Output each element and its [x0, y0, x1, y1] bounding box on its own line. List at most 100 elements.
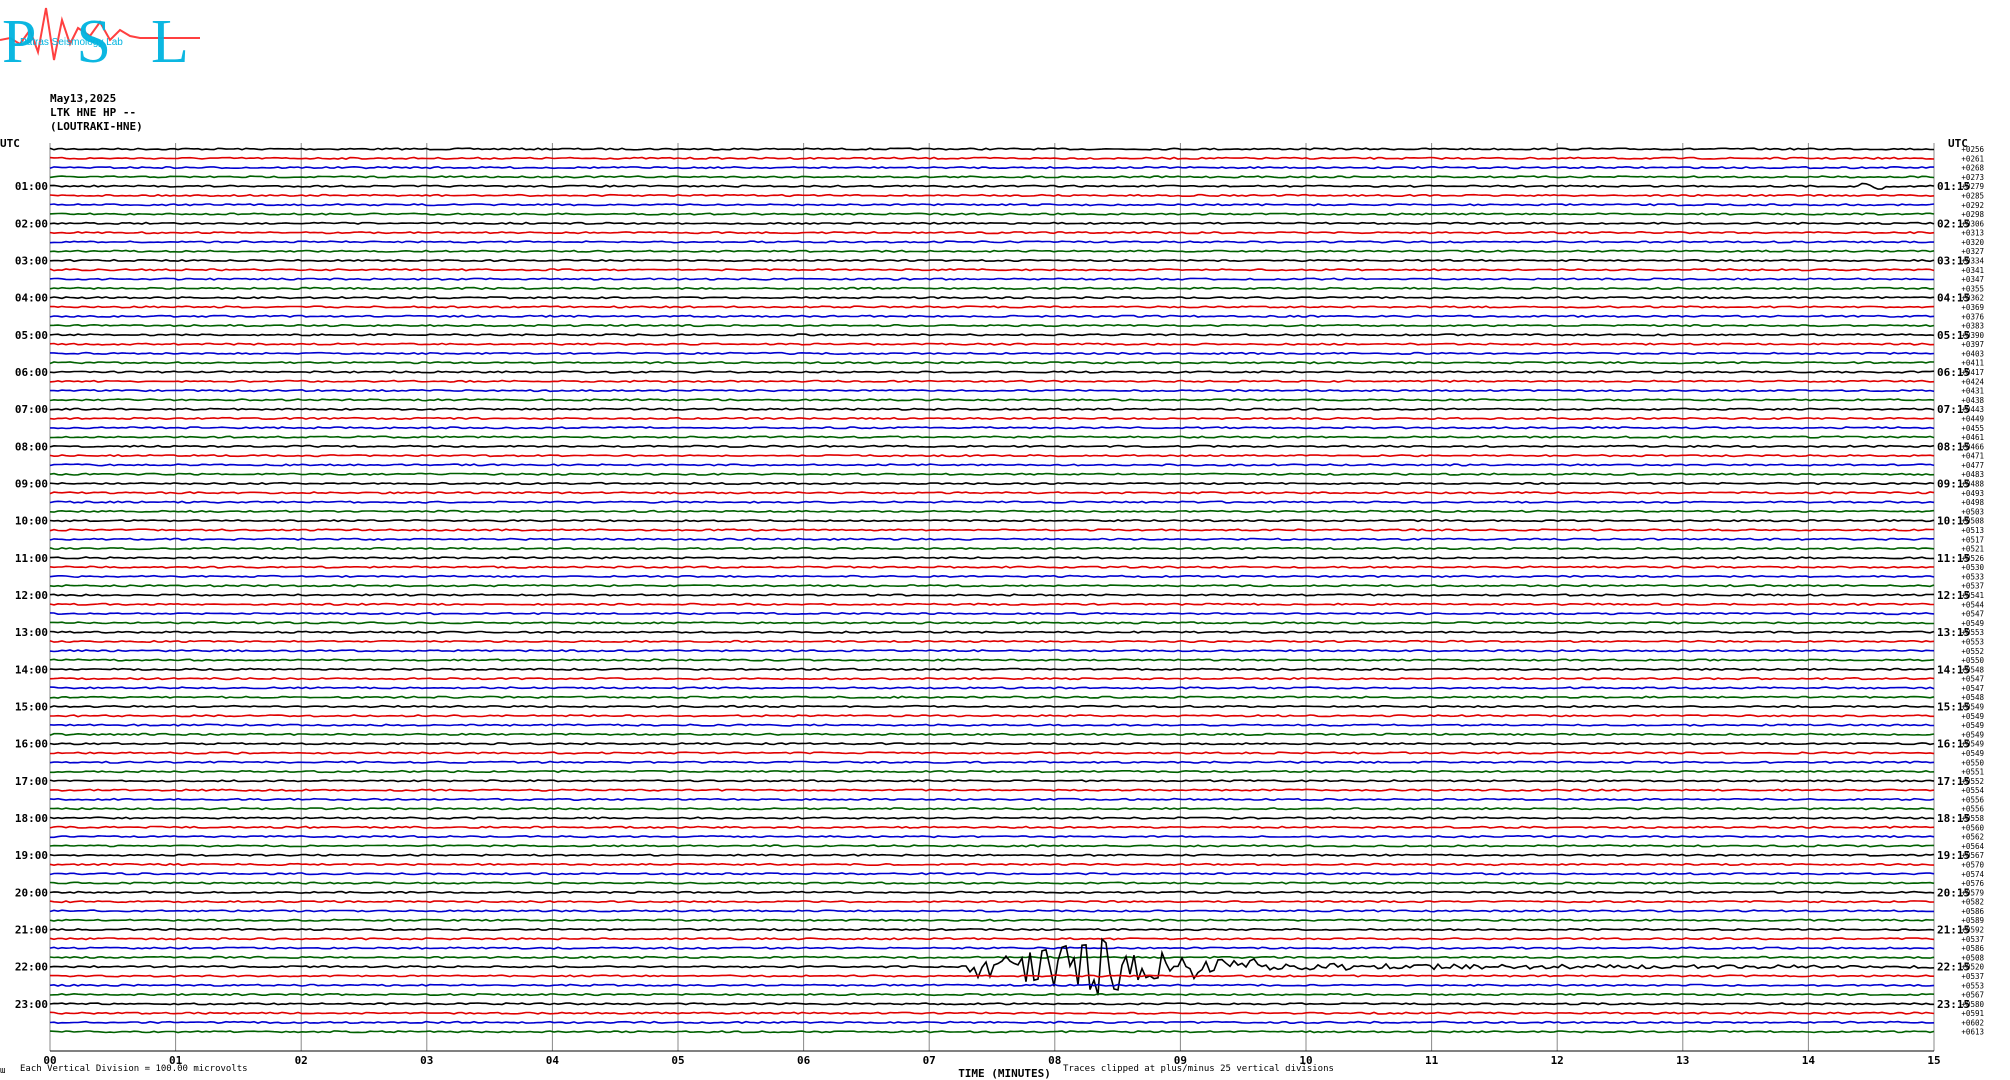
trace-offset-label: +0549	[1961, 721, 1984, 730]
hour-label-left: 05:00	[15, 329, 48, 342]
seismic-trace	[49, 732, 1935, 737]
seismic-trace	[49, 853, 1935, 857]
trace-offset-label: +0320	[1961, 238, 1984, 247]
seismic-trace	[49, 537, 1935, 541]
seismic-trace	[49, 602, 1935, 606]
seismic-trace	[49, 890, 1935, 894]
seismic-trace	[49, 881, 1935, 885]
seismic-trace	[49, 927, 1935, 932]
seismic-trace	[49, 825, 1935, 829]
hour-label-left: 10:00	[15, 515, 48, 528]
hour-label-right: 23:15	[1937, 998, 1970, 1011]
seismic-trace	[49, 658, 1935, 662]
hour-label-left: 16:00	[15, 738, 48, 751]
seismic-trace	[49, 955, 1935, 960]
hour-label-left: 18:00	[15, 812, 48, 825]
seismic-trace	[49, 974, 1934, 978]
seismic-trace	[49, 268, 1935, 272]
seismic-trace	[49, 147, 1934, 151]
trace-offset-label: +0533	[1961, 572, 1984, 581]
seismic-trace	[49, 277, 1935, 281]
trace-offset-label: +0552	[1961, 647, 1984, 656]
hour-label-right: 13:15	[1937, 626, 1970, 639]
seismic-trace	[49, 899, 1935, 904]
seismic-trace	[49, 760, 1935, 764]
seismic-trace	[49, 416, 1935, 421]
seismic-trace	[49, 1011, 1935, 1015]
hour-label-right: 21:15	[1937, 924, 1970, 937]
seismic-trace	[49, 472, 1935, 476]
seismic-trace	[49, 723, 1934, 727]
seismic-trace	[49, 742, 1935, 746]
x-tick-label: 06	[797, 1054, 811, 1067]
trace-offset-label: +0261	[1961, 154, 1984, 163]
hour-label-right: 05:15	[1937, 329, 1970, 342]
x-tick-label: 05	[671, 1054, 684, 1067]
seismic-trace	[49, 1030, 1935, 1034]
trace-offset-label: +0256	[1961, 145, 1984, 154]
hour-label-right: 17:15	[1937, 775, 1970, 788]
hour-label-left: 22:00	[15, 961, 48, 974]
x-tick-label: 02	[295, 1054, 308, 1067]
seismic-trace	[49, 686, 1935, 690]
hour-label-left: 09:00	[15, 478, 48, 491]
hour-label-left: 20:00	[15, 886, 48, 899]
hour-label-left: 13:00	[15, 626, 48, 639]
trace-offset-label: +0455	[1961, 424, 1984, 433]
hour-label-right: 08:15	[1937, 440, 1970, 453]
seismic-trace	[49, 370, 1935, 374]
hour-label-right: 10:15	[1937, 515, 1970, 528]
hour-label-left: 08:00	[15, 440, 48, 453]
seismic-trace	[50, 769, 1935, 774]
clip-note: Traces clipped at plus/minus 25 vertical…	[1063, 1064, 1334, 1074]
seismic-trace	[49, 797, 1935, 802]
seismic-trace	[49, 667, 1935, 671]
seismic-trace	[49, 230, 1935, 235]
seismic-trace	[49, 611, 1935, 616]
hour-label-left: 11:00	[15, 552, 48, 565]
seismic-trace	[49, 361, 1935, 365]
trace-offset-label: +0574	[1961, 870, 1984, 879]
hour-label-right: 12:15	[1937, 589, 1970, 602]
trace-offset-label: +0347	[1961, 275, 1984, 284]
trace-offset-label: +0602	[1961, 1018, 1984, 1027]
x-tick-label: 14	[1802, 1054, 1816, 1067]
trace-offset-label: +0268	[1961, 164, 1984, 173]
seismic-trace	[49, 918, 1934, 922]
hour-label-right: 04:15	[1937, 292, 1970, 305]
seismic-trace	[49, 574, 1935, 579]
hour-label-right: 06:15	[1937, 366, 1970, 379]
seismic-trace	[49, 639, 1935, 644]
seismic-trace	[49, 788, 1935, 792]
seismic-trace	[49, 676, 1935, 681]
seismic-trace	[49, 286, 1935, 291]
seismic-trace	[50, 388, 1935, 393]
hour-label-left: 21:00	[15, 924, 48, 937]
hour-label-right: 11:15	[1937, 552, 1970, 565]
hour-label-right: 18:15	[1937, 812, 1970, 825]
seismic-trace	[49, 546, 1935, 551]
seismic-trace	[49, 379, 1935, 383]
trace-offset-label: +0477	[1961, 461, 1984, 470]
seismic-trace	[49, 565, 1935, 569]
seismic-trace	[49, 314, 1935, 318]
x-tick-label: 04	[546, 1054, 560, 1067]
seismic-trace	[49, 992, 1935, 997]
seismic-trace	[49, 937, 1935, 941]
x-tick-label: 07	[923, 1054, 936, 1067]
hour-label-left: 19:00	[15, 849, 48, 862]
seismic-trace	[49, 193, 1935, 198]
hour-label-left: 14:00	[15, 663, 48, 676]
trace-offset-label: +0547	[1961, 684, 1984, 693]
seismic-trace	[49, 175, 1935, 179]
hour-label-left: 23:00	[15, 998, 48, 1011]
seismic-trace	[49, 212, 1935, 216]
seismic-trace	[49, 1002, 1934, 1006]
x-axis-title: TIME (MINUTES)	[958, 1067, 1051, 1080]
seismic-trace	[49, 509, 1935, 514]
seismic-trace	[49, 584, 1935, 588]
helicorder-plot: 00 01 02 03 04 05 06 07 08 09 10 11 12 13 14 15TIME (MI…	[0, 137, 1984, 1080]
seismic-trace	[49, 249, 1935, 253]
seismic-trace	[49, 435, 1935, 439]
seismic-trace	[49, 704, 1935, 709]
